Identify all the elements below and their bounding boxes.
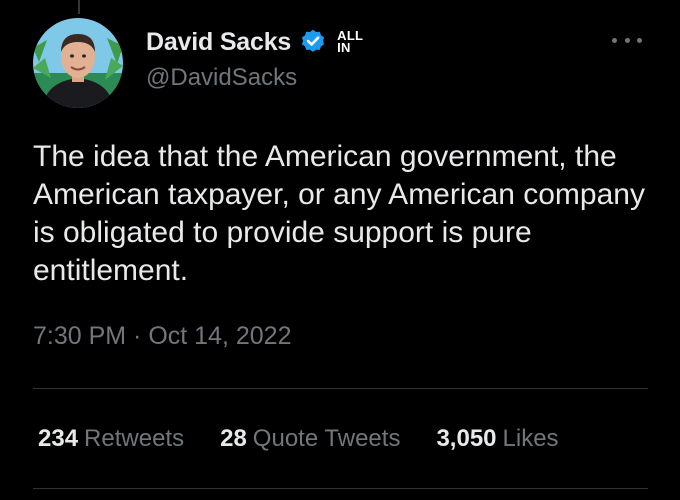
quote-tweets-count: 28 [220,425,247,452]
likes-label: Likes [502,425,559,452]
retweets-label: Retweets [84,425,185,452]
more-dot [637,37,642,43]
verified-badge-icon[interactable] [299,28,327,56]
affiliate-badge[interactable]: ALL IN [337,27,367,57]
more-dot [624,37,630,43]
avatar[interactable] [33,18,123,108]
divider [33,488,648,489]
likes-count: 3,050 [436,425,497,452]
quote-tweets-stat[interactable]: 28 Quote Tweets [220,425,400,453]
tweet-text: The idea that the American government, t… [33,140,645,287]
likes-stat[interactable]: 3,050 Likes [436,425,558,453]
engagement-stats: 234 Retweets 28 Quote Tweets 3,050 Likes [38,425,559,453]
quote-tweets-label: Quote Tweets [252,425,401,452]
author-display-name[interactable]: David Sacks [146,28,291,57]
divider [33,388,648,389]
author-handle[interactable]: @DavidSacks [146,64,297,92]
affiliate-badge-line2: IN [337,40,351,55]
tweet-timestamp[interactable]: 7:30 PM · Oct 14, 2022 [33,322,291,351]
retweets-stat[interactable]: 234 Retweets [38,425,184,453]
author-name-row: David Sacks ALL IN [146,26,367,58]
thread-connector-line [78,0,80,14]
retweets-count: 234 [38,425,79,452]
avatar-image [33,18,123,108]
more-dot [612,37,617,43]
more-options-icon[interactable] [612,30,642,50]
